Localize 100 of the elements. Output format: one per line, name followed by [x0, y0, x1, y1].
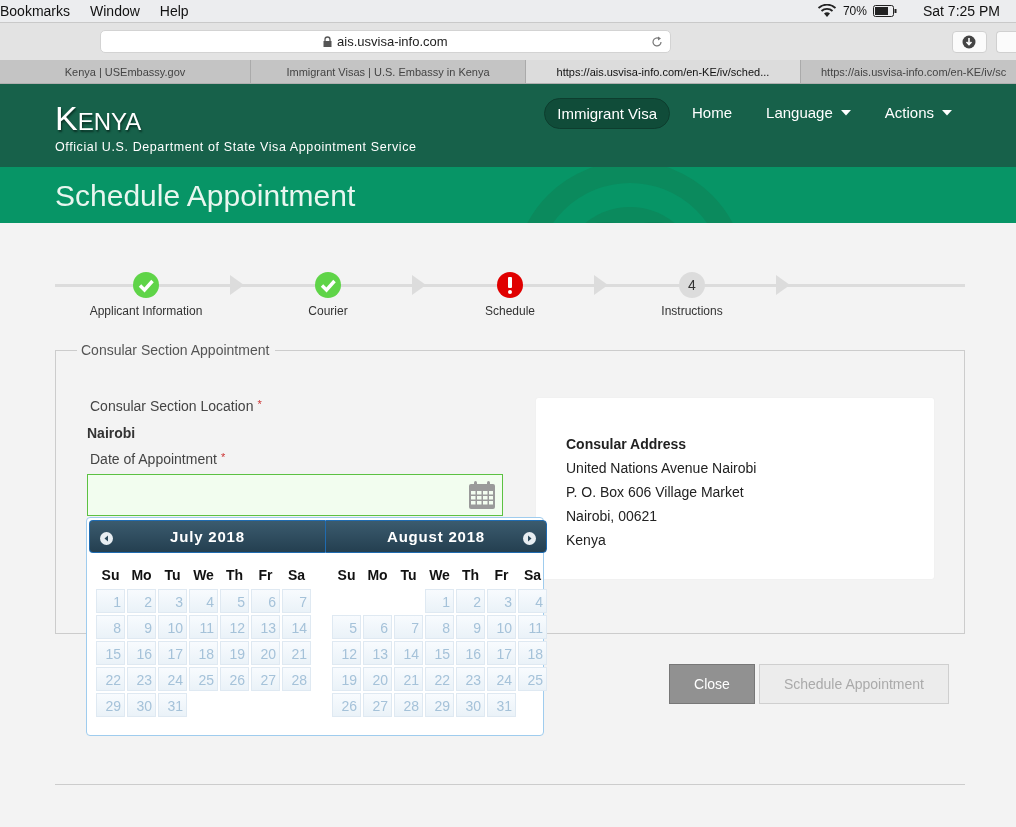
browser-tab[interactable]: https://ais.usvisa-info.com/en-KE/iv/sched...	[526, 60, 801, 83]
menu-item[interactable]: Help	[159, 3, 189, 19]
day-cell: 19	[332, 667, 361, 691]
required-mark: *	[257, 398, 262, 410]
day-cell: 29	[96, 693, 125, 717]
day-cell: 24	[158, 667, 187, 691]
address-line: P. O. Box 606 Village Market	[566, 483, 745, 502]
menu-item[interactable]: Window	[90, 3, 140, 19]
weekday-label: Sa	[286, 566, 307, 585]
weekday-label: Sa	[522, 566, 543, 585]
day-cell: 29	[425, 693, 454, 717]
day-cell: 5	[332, 615, 361, 639]
step-label: Applicant Information	[89, 304, 203, 318]
address-title: Consular Address	[566, 435, 688, 454]
menu-item[interactable]: Bookmarks	[0, 3, 71, 19]
download-button[interactable]	[951, 30, 988, 53]
weekday-label: Su	[336, 566, 357, 585]
weekday-label: We	[192, 566, 215, 585]
weekday-label: Th	[224, 566, 245, 585]
step-number: 4	[679, 272, 705, 298]
next-month-button[interactable]	[523, 531, 536, 544]
battery-icon	[872, 5, 897, 17]
day-cell: 31	[487, 693, 516, 717]
address-line: Nairobi, 00621	[566, 507, 659, 526]
day-cell: 15	[96, 641, 125, 665]
day-cell: 15	[425, 641, 454, 665]
day-cell: 20	[251, 641, 280, 665]
wifi-icon	[816, 4, 837, 18]
day-cell: 30	[456, 693, 485, 717]
section-legend: Consular Section Appointment	[77, 342, 276, 358]
day-cell: 9	[456, 615, 485, 639]
weekday-label: Su	[100, 566, 121, 585]
day-cell: 2	[127, 589, 156, 613]
day-cell: 12	[220, 615, 249, 639]
day-cell: 7	[394, 615, 423, 639]
calendar-icon	[469, 481, 495, 509]
step-label: Courier	[308, 304, 348, 318]
clock: Sat 7:25 PM	[922, 3, 1000, 19]
month-title: July 2018	[170, 528, 245, 545]
nav-link[interactable]: Immigrant Visa	[544, 98, 671, 129]
nav-link[interactable]: Language	[754, 98, 863, 127]
day-cell: 13	[251, 615, 280, 639]
lock-icon	[323, 36, 333, 47]
url-text: ais.usvisa-info.com	[337, 34, 448, 49]
day-cell: 1	[96, 589, 125, 613]
day-cell: 14	[282, 615, 311, 639]
nav-link[interactable]: Home	[680, 98, 745, 127]
day-cell: 8	[96, 615, 125, 639]
day-cell: 19	[220, 641, 249, 665]
date-field[interactable]	[87, 474, 503, 516]
day-cell: 25	[518, 667, 547, 691]
day-cell: 27	[363, 693, 392, 717]
day-cell: 3	[158, 589, 187, 613]
day-cell: 8	[425, 615, 454, 639]
day-cell: 11	[189, 615, 218, 639]
weekday-label: Mo	[130, 566, 153, 585]
day-cell: 4	[189, 589, 218, 613]
previous-month-button[interactable]	[100, 531, 113, 544]
day-cell: 1	[425, 589, 454, 613]
day-cell: 23	[127, 667, 156, 691]
day-cell: 30	[127, 693, 156, 717]
day-cell: 26	[220, 667, 249, 691]
day-cell: 11	[518, 615, 547, 639]
day-cell: 21	[282, 641, 311, 665]
field-label: Consular Section Location	[90, 398, 254, 414]
day-cell: 12	[332, 641, 361, 665]
day-cell: 18	[518, 641, 547, 665]
day-cell: 13	[363, 641, 392, 665]
battery-percent: 70%	[842, 4, 867, 18]
day-cell: 21	[394, 667, 423, 691]
day-cell: 9	[127, 615, 156, 639]
day-cell: 20	[363, 667, 392, 691]
site-title: Kenya	[55, 98, 143, 138]
day-cell: 6	[363, 615, 392, 639]
day-cell: 7	[282, 589, 311, 613]
weekday-label: We	[428, 566, 451, 585]
exclamation-icon	[497, 272, 523, 298]
day-cell: 22	[425, 667, 454, 691]
day-cell: 28	[282, 667, 311, 691]
reload-icon	[650, 36, 663, 48]
day-cell: 22	[96, 667, 125, 691]
day-cell: 2	[456, 589, 485, 613]
day-cell: 10	[487, 615, 516, 639]
weekday-label: Tu	[399, 566, 418, 585]
nav-link[interactable]: Actions	[872, 98, 964, 127]
site-subtitle: Official U.S. Department of State Visa Appointment Service	[55, 140, 417, 154]
day-cell: 16	[456, 641, 485, 665]
address-field[interactable]: ais.usvisa-info.com	[100, 30, 671, 53]
day-cell: 3	[487, 589, 516, 613]
day-cell: 5	[220, 589, 249, 613]
day-cell: 27	[251, 667, 280, 691]
weekday-label: Fr	[493, 566, 510, 585]
day-cell: 25	[189, 667, 218, 691]
day-cell: 31	[158, 693, 187, 717]
check-icon	[315, 272, 341, 298]
weekday-label: Mo	[366, 566, 389, 585]
address-line: Kenya	[566, 531, 607, 550]
day-cell: 4	[518, 589, 547, 613]
field-label: Date of Appointment	[90, 451, 217, 467]
required-mark: *	[220, 451, 226, 463]
